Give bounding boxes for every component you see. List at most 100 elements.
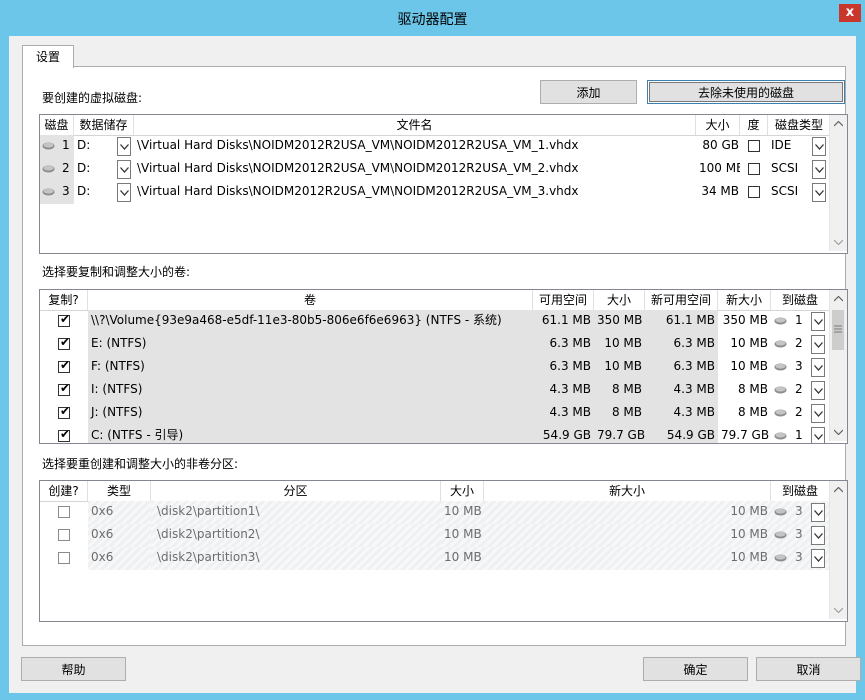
datastore-dropdown[interactable] [117,137,131,156]
cancel-button[interactable]: 取消 [756,657,861,681]
volume-row[interactable]: ✔ E: (NTFS) 6.3 MB 10 MB 6.3 MB 10 MB 2 [40,333,829,356]
disk-row[interactable]: 3 D: \Virtual Hard Disks\NOIDM2012R2USA_VM… [40,181,829,204]
volume-row[interactable]: ✔ I: (NTFS) 4.3 MB 8 MB 4.3 MB 8 MB 2 [40,379,829,402]
new-size-cell[interactable]: 8 MB [718,402,771,425]
partition-to-disk-dropdown[interactable] [811,503,825,522]
partition-row[interactable]: 0x6 \disk2\partition3\ 10 MB 10 MB 3 [40,547,829,570]
scroll-thumb[interactable] [832,310,844,350]
row-checkbox[interactable] [58,506,70,518]
row-checkbox[interactable]: ✔ [58,404,70,419]
disk-type-dropdown[interactable] [812,160,826,179]
partition-row[interactable]: 0x6 \disk2\partition1\ 10 MB 10 MB 3 [40,501,829,524]
to-disk-dropdown[interactable] [811,312,825,331]
new-size-cell[interactable]: 350 MB [718,310,771,333]
datastore-dropdown[interactable] [117,183,131,202]
row-checkbox[interactable] [58,552,70,564]
row-checkbox[interactable]: ✔ [58,381,70,396]
col-datastore[interactable]: 数据储存 [74,115,134,135]
chevron-down-icon [815,190,824,196]
volume-row[interactable]: ✔ \\?\Volume{93e9a468-e5df-11e3-80b5-806e… [40,310,829,333]
row-checkbox[interactable]: ✔ [58,335,71,350]
row-checkbox[interactable] [58,529,70,541]
disk-number: 3 [62,184,70,198]
scroll-up-icon[interactable] [834,296,843,302]
disk-row[interactable]: 2 D: \Virtual Hard Disks\NOIDM2012R2USA_VM… [40,158,829,181]
to-disk-dropdown[interactable] [811,381,825,400]
new-size-cell[interactable]: 79.7 GB [718,425,771,443]
partition-new-size-cell: 10 MB [484,501,771,524]
disks-grid-scrollbar[interactable] [829,115,847,251]
col-volume[interactable]: 卷 [88,290,533,310]
col-part-size[interactable]: 大小 [441,481,484,501]
partition-to-disk-cell: 3 [771,547,829,570]
disk-number: 1 [62,138,70,152]
to-disk-dropdown[interactable] [811,404,825,423]
volume-name-cell: I: (NTFS) [88,379,533,402]
col-new-size[interactable]: 新大小 [718,290,771,310]
row-checkbox[interactable] [748,163,760,175]
disk-type-cell: SCSI [768,181,829,204]
to-disk-dropdown[interactable] [811,358,825,377]
scroll-down-icon[interactable] [834,607,843,613]
col-to-disk[interactable]: 到磁盘 [771,290,829,310]
chevron-down-icon [815,167,824,173]
col-type[interactable]: 类型 [88,481,151,501]
partition-to-disk-dropdown[interactable] [811,549,825,568]
partition-to-disk-dropdown[interactable] [811,526,825,545]
col-thin[interactable]: 度 [740,115,768,135]
col-copy[interactable]: 复制? [40,290,88,310]
col-new-free-space[interactable]: 新可用空间 [645,290,718,310]
col-create[interactable]: 创建? [40,481,88,501]
datastore-dropdown[interactable] [117,160,131,179]
partition-type-cell: 0x6 [88,524,151,547]
tab-settings[interactable]: 设置 [22,45,74,68]
dialog-window: 驱动器配置 x 设置 要创建的虚拟磁盘: 添加 去除未使用的磁盘 磁盘 数据储存… [0,0,865,700]
col-vol-size[interactable]: 大小 [594,290,645,310]
scroll-up-icon[interactable] [834,487,843,493]
volume-row[interactable]: ✔ C: (NTFS - 引导) 54.9 GB 79.7 GB 54.9 GB 79.7… [40,425,829,443]
ok-button[interactable]: 确定 [643,657,748,681]
row-checkbox[interactable] [748,186,760,198]
col-part-to-disk[interactable]: 到磁盘 [771,481,829,501]
row-checkbox[interactable]: ✔ [58,427,70,442]
col-filename[interactable]: 文件名 [134,115,696,135]
volumes-grid-scrollbar[interactable] [829,290,847,441]
disks-section-label: 要创建的虚拟磁盘: [42,91,143,105]
scroll-up-icon[interactable] [834,121,843,127]
scroll-down-icon[interactable] [834,429,843,435]
scroll-down-icon[interactable] [834,239,843,245]
col-size[interactable]: 大小 [696,115,740,135]
new-size-cell[interactable]: 10 MB [718,356,771,379]
copy-cell: ✔ [40,356,88,379]
volume-row[interactable]: ✔ J: (NTFS) 4.3 MB 8 MB 4.3 MB 8 MB 2 [40,402,829,425]
close-button[interactable]: x [839,4,861,22]
col-part-new-size[interactable]: 新大小 [484,481,771,501]
row-checkbox[interactable]: ✔ [58,312,70,327]
partition-path-cell: \disk2\partition1\ [151,501,441,524]
remove-unused-disks-button[interactable]: 去除未使用的磁盘 [647,80,845,104]
new-size-cell[interactable]: 8 MB [718,379,771,402]
filename-cell[interactable]: \Virtual Hard Disks\NOIDM2012R2USA_VM\NO… [134,135,696,158]
row-checkbox[interactable]: ✔ [58,358,70,373]
col-partition[interactable]: 分区 [151,481,441,501]
disk-type-dropdown[interactable] [812,137,826,156]
disk-type-dropdown[interactable] [812,183,826,202]
partitions-grid-scrollbar[interactable] [829,481,847,619]
to-disk-dropdown[interactable] [811,335,825,354]
thin-cell [740,158,768,181]
row-checkbox[interactable] [748,140,760,152]
disk-row[interactable]: 1 D: \Virtual Hard Disks\NOIDM2012R2USA_VM… [40,135,829,158]
add-disk-button[interactable]: 添加 [540,80,637,104]
datastore-cell: D: [74,181,134,204]
help-button[interactable]: 帮助 [21,657,126,681]
checkmark-icon: ✔ [60,335,71,349]
new-size-cell[interactable]: 10 MB [718,333,771,356]
filename-cell[interactable]: \Virtual Hard Disks\NOIDM2012R2USA_VM\NO… [134,181,696,204]
partition-row[interactable]: 0x6 \disk2\partition2\ 10 MB 10 MB 3 [40,524,829,547]
col-free-space[interactable]: 可用空间 [533,290,594,310]
to-disk-dropdown[interactable] [811,427,825,443]
filename-cell[interactable]: \Virtual Hard Disks\NOIDM2012R2USA_VM\NO… [134,158,696,181]
col-disk[interactable]: 磁盘 [40,115,74,135]
volume-row[interactable]: ✔ F: (NTFS) 6.3 MB 10 MB 6.3 MB 10 MB 3 [40,356,829,379]
col-disk-type[interactable]: 磁盘类型 [768,115,830,135]
